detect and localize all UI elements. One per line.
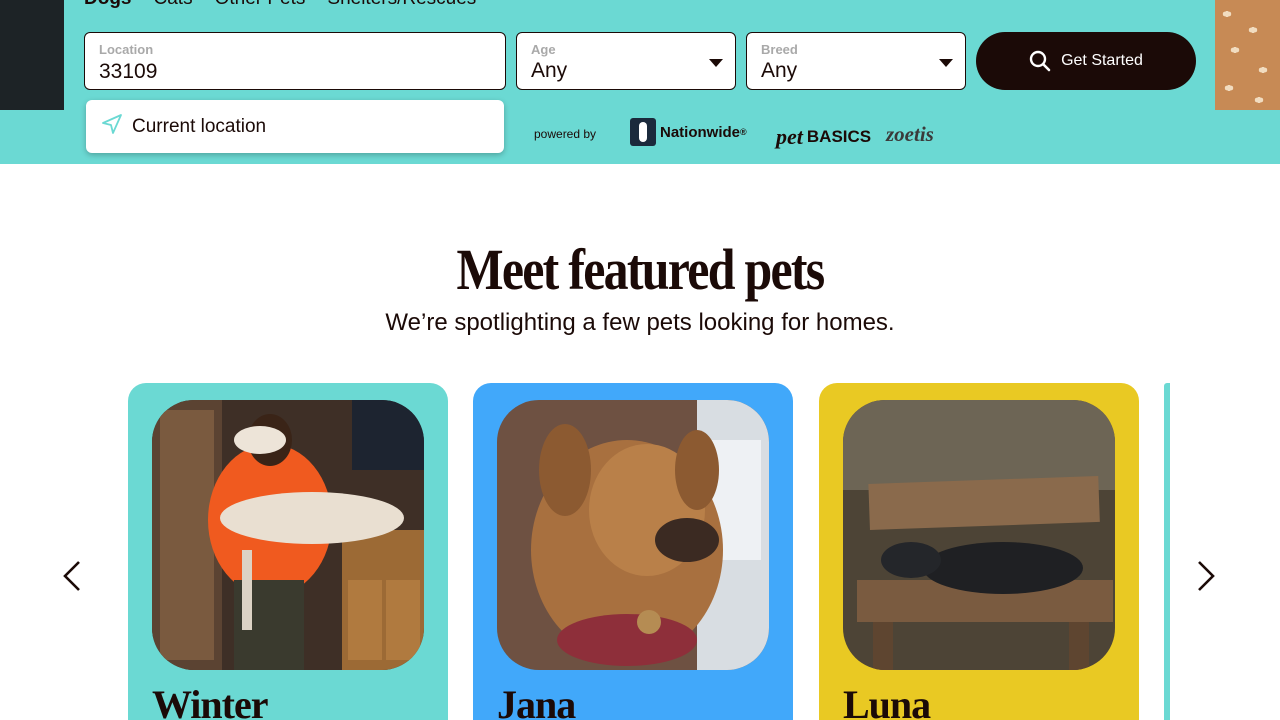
petbasics-logo[interactable]: pet BASICS [776,124,871,150]
carousel-prev-button[interactable] [56,557,88,595]
location-input[interactable] [99,59,399,85]
thumbnail-spotted-pet[interactable] [1215,0,1280,110]
page: Dogs Cats Other Pets Shelters/Rescues Lo… [0,0,1280,720]
chevron-down-icon [709,59,723,67]
location-field[interactable]: Location [84,32,506,90]
pet-type-tabs: Dogs Cats Other Pets Shelters/Rescues [84,0,476,10]
breed-select[interactable]: Breed Any [746,32,966,90]
get-started-label: Get Started [1061,52,1143,69]
pet-name-luna[interactable]: Luna [843,681,931,720]
age-value: Any [531,59,568,82]
age-select[interactable]: Age Any [516,32,736,90]
search-icon [1029,50,1051,72]
chevron-right-icon [1195,559,1217,593]
featured-title: Meet featured pets [456,237,825,302]
zoetis-logo-text: zoetis [886,122,934,146]
next-card-edge [1164,383,1170,720]
age-label: Age [531,42,556,57]
pet-photo-jana[interactable] [497,400,769,670]
nationwide-logo-text: Nationwide [660,123,741,141]
chevron-down-icon [939,59,953,67]
get-started-button[interactable]: Get Started [976,32,1196,90]
current-location-label: Current location [132,115,267,137]
pet-photo-luna[interactable] [843,400,1115,670]
nationwide-mark-icon [630,118,656,146]
tab-shelters-rescues[interactable]: Shelters/Rescues [327,0,476,10]
search-hero: Dogs Cats Other Pets Shelters/Rescues Lo… [0,0,1280,164]
pet-card[interactable]: Luna [819,383,1139,720]
pet-name-jana[interactable]: Jana [497,681,576,720]
pet-name-winter[interactable]: Winter [152,681,268,720]
tab-dogs[interactable]: Dogs [84,0,132,10]
chevron-left-icon [61,559,83,593]
tab-cats[interactable]: Cats [154,0,193,10]
tab-other-pets[interactable]: Other Pets [215,0,306,10]
registered-mark: ® [740,127,747,137]
petbasics-logo-pet: pet [776,124,803,149]
powered-by-text: powered by [534,127,597,141]
breed-value: Any [761,59,798,82]
zoetis-logo[interactable]: zoetis [886,122,934,147]
pet-card[interactable]: Winter [128,383,448,720]
location-label: Location [99,42,154,57]
card-bg [128,383,448,720]
thumbnail-dark-pet[interactable] [0,0,64,110]
location-arrow-icon [100,112,124,142]
current-location-option[interactable]: Current location [86,100,504,153]
pet-card[interactable]: Jana [473,383,793,720]
featured-subtitle: We’re spotlighting a few pets looking fo… [385,309,895,336]
breed-label: Breed [761,42,798,57]
carousel-next-button[interactable] [1190,557,1222,595]
nationwide-logo[interactable]: Nationwide ® [630,118,747,146]
petbasics-logo-basics: BASICS [806,127,872,146]
